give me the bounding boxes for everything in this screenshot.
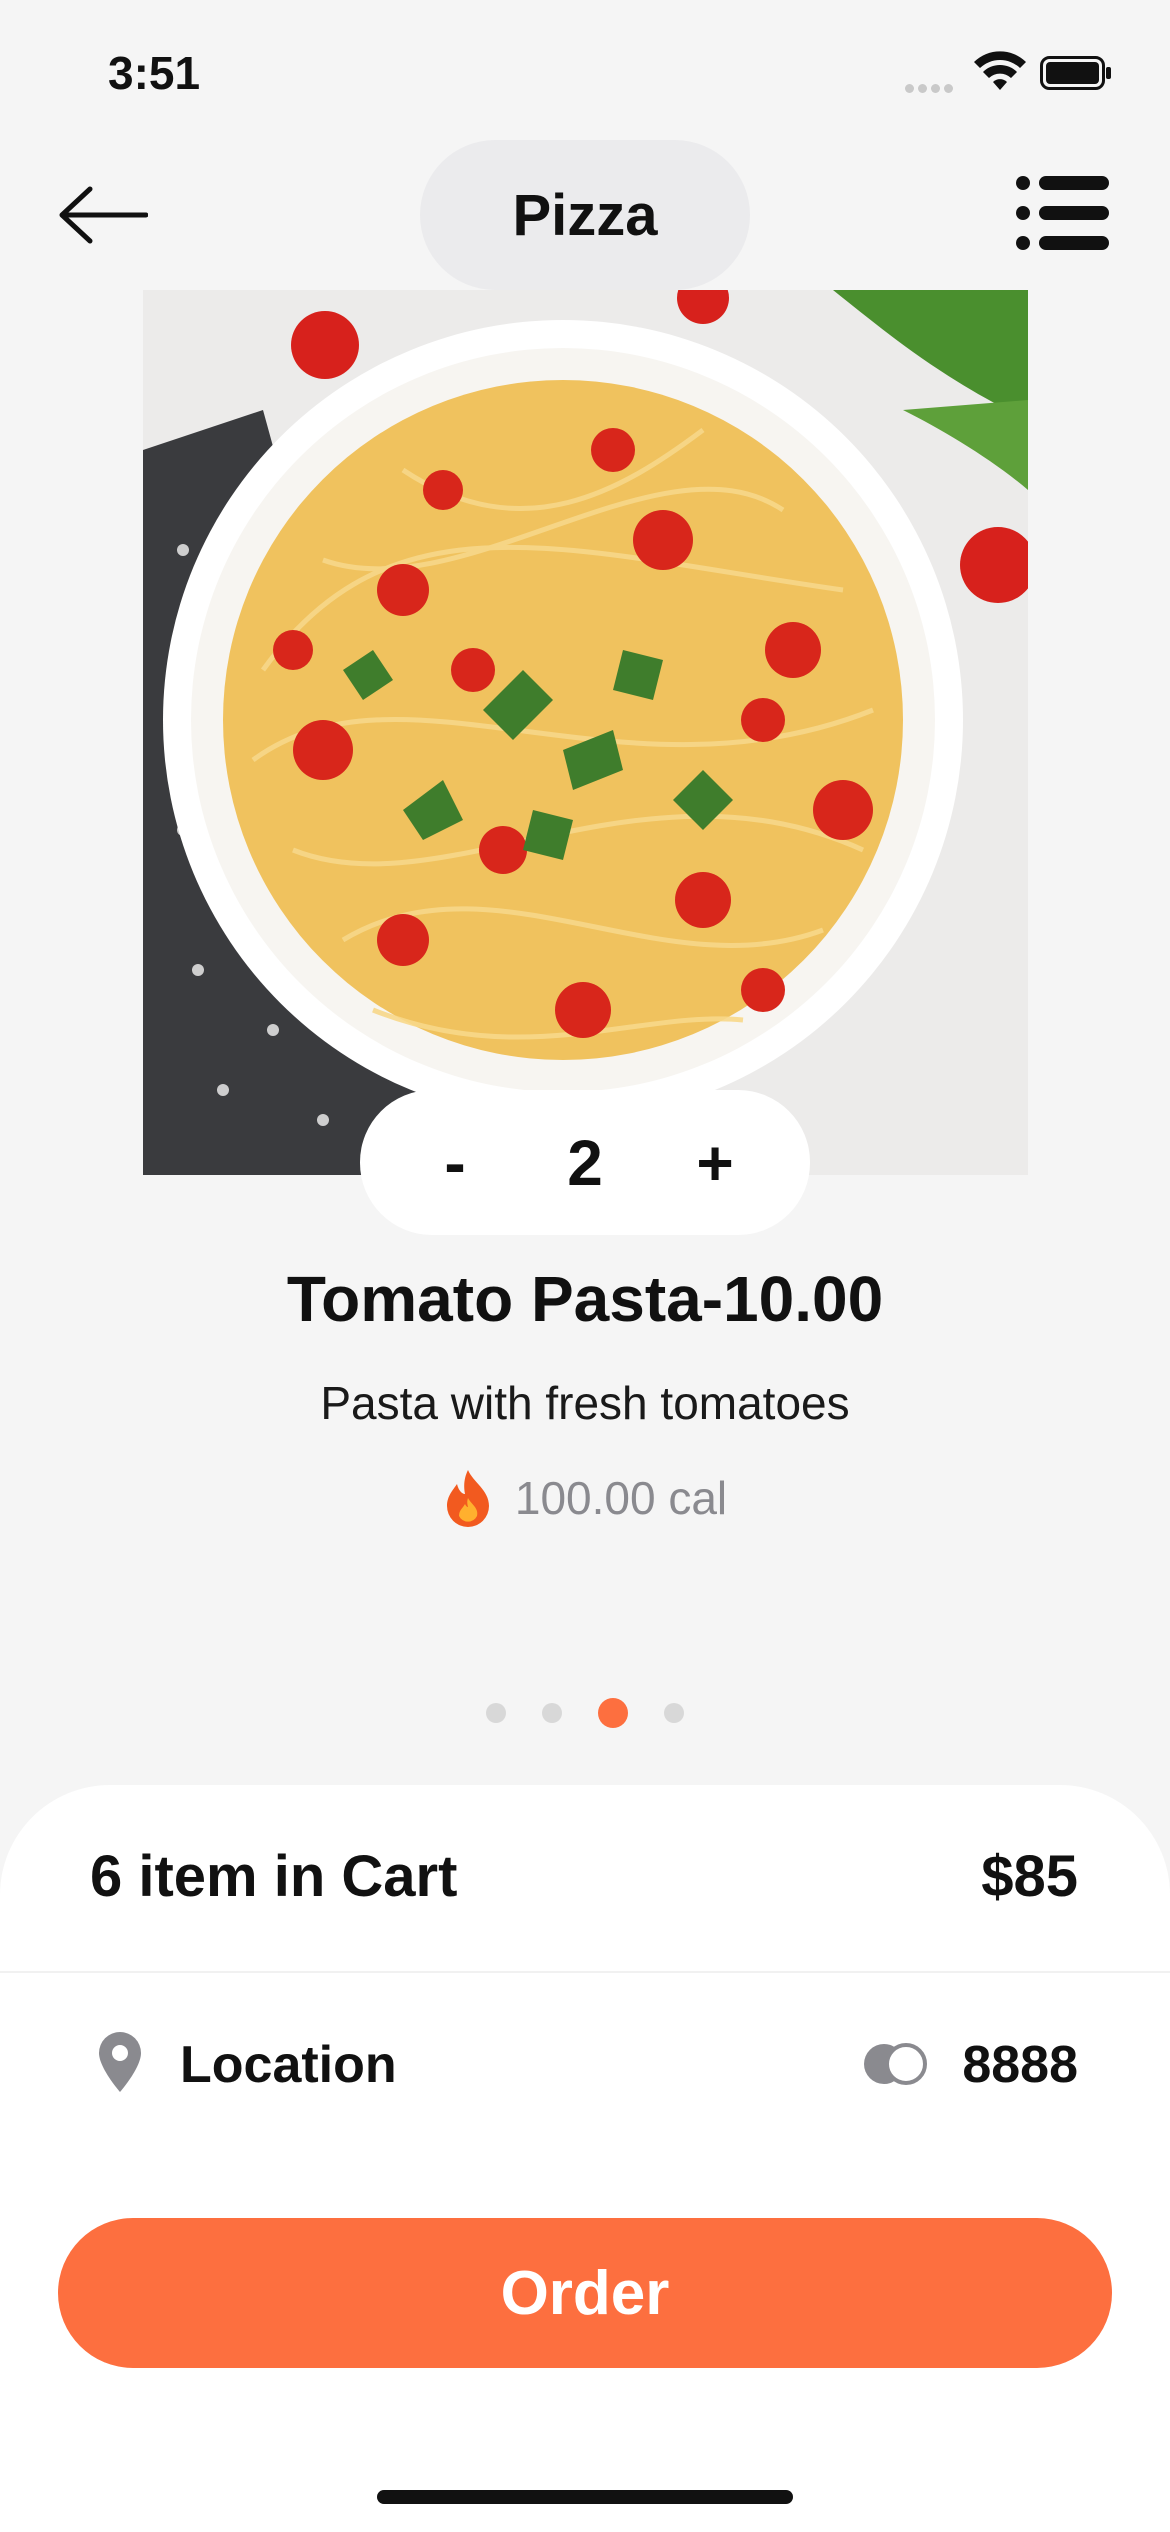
decrement-button[interactable]: -	[420, 1126, 490, 1200]
cart-summary: 6 item in Cart	[90, 1844, 458, 1909]
arrow-left-icon	[59, 186, 148, 244]
page-title: Pizza	[420, 140, 750, 290]
divider	[0, 1971, 1170, 1973]
increment-button[interactable]: +	[680, 1126, 750, 1200]
location-pin-icon	[99, 2032, 141, 2092]
order-button[interactable]: Order	[58, 2218, 1112, 2368]
product-image	[143, 290, 1028, 1175]
wifi-icon	[974, 51, 1026, 90]
page-indicator	[0, 1698, 1170, 1728]
back-button[interactable]	[56, 175, 156, 255]
page-dot-active[interactable]	[598, 1698, 628, 1728]
coins-icon	[864, 2043, 927, 2085]
page-dot[interactable]	[542, 1703, 562, 1723]
product-description: Pasta with fresh tomatoes	[320, 1377, 850, 1429]
list-icon	[1016, 176, 1109, 250]
points-value: 8888	[962, 2036, 1078, 2094]
cellular-signal-icon	[905, 80, 961, 94]
cart-total: $85	[981, 1844, 1078, 1909]
calories-value: 100.00 cal	[514, 1472, 728, 1524]
page-dot[interactable]	[486, 1703, 506, 1723]
home-indicator	[377, 2490, 793, 2504]
flame-icon	[446, 1470, 489, 1527]
menu-button[interactable]	[1015, 175, 1115, 255]
calories-row: 100.00 cal	[0, 1468, 1170, 1528]
location-button[interactable]: Location	[180, 2035, 397, 2095]
status-time: 3:51	[108, 47, 201, 99]
product-name: Tomato Pasta-10.00	[286, 1263, 884, 1335]
quantity-value: 2	[567, 1126, 603, 1199]
quantity-stepper: - 2 +	[360, 1090, 810, 1235]
page-dot[interactable]	[664, 1703, 684, 1723]
battery-icon	[1040, 56, 1111, 90]
